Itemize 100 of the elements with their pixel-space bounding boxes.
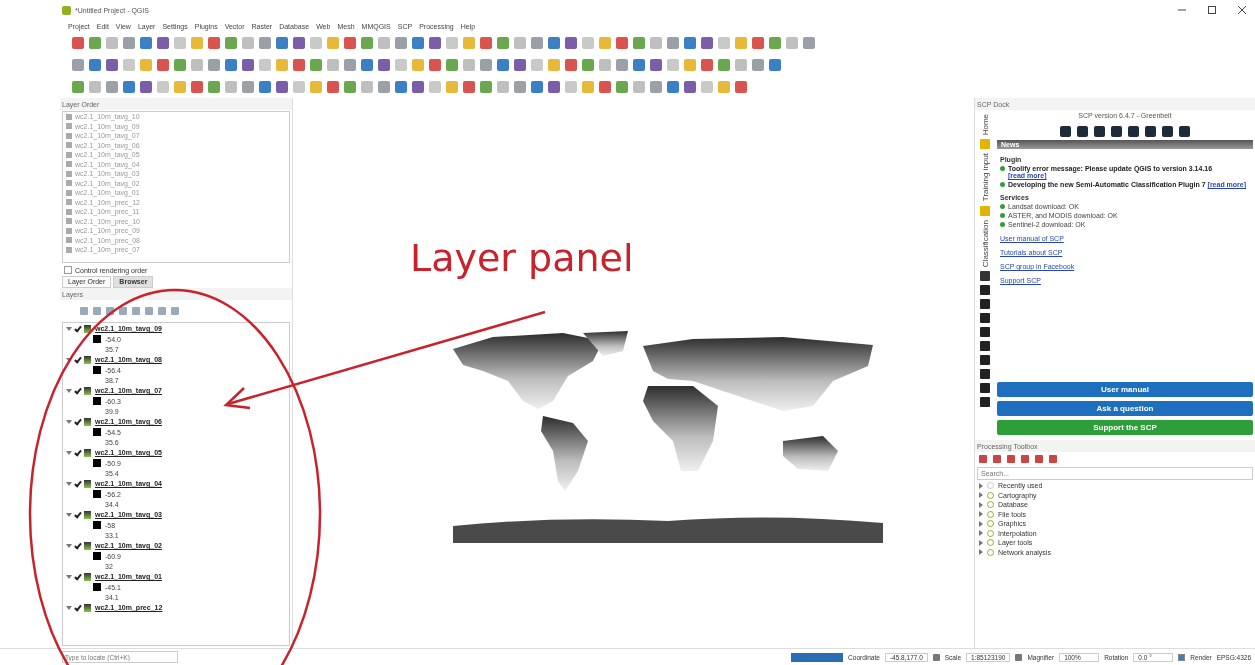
toolbar-icon[interactable] (293, 59, 305, 71)
toolbar-icon[interactable] (752, 59, 764, 71)
toolbar-icon[interactable] (616, 59, 628, 71)
toolbar-icon[interactable] (548, 37, 560, 49)
layer-checkbox[interactable] (74, 448, 82, 457)
toolbar-icon[interactable] (803, 37, 815, 49)
toolbar-icon[interactable] (344, 59, 356, 71)
toolbar-icon[interactable] (412, 59, 424, 71)
expand-icon[interactable] (66, 481, 72, 486)
toolbar-icon[interactable] (242, 37, 254, 49)
close-icon[interactable] (1238, 6, 1246, 14)
toolbar-icon[interactable] (225, 81, 237, 93)
toolbar-icon[interactable] (633, 37, 645, 49)
expand-icon[interactable] (66, 326, 72, 331)
toolbar-icon[interactable] (378, 59, 390, 71)
scp-tool-icon[interactable] (1162, 125, 1173, 137)
toolbar-icon[interactable] (769, 59, 781, 71)
toolbar-icon[interactable] (650, 37, 662, 49)
toolbar-icon[interactable] (616, 81, 628, 93)
toolbar-icon[interactable] (701, 81, 713, 93)
toolbar-icon[interactable] (497, 59, 509, 71)
toolbar-icon[interactable] (191, 81, 203, 93)
toolbar-icon[interactable] (242, 59, 254, 71)
toolbar-icon[interactable] (225, 37, 237, 49)
toolbar-icon[interactable] (157, 81, 169, 93)
toolbar-icon[interactable] (701, 37, 713, 49)
toolbar-icon[interactable] (735, 81, 747, 93)
toolbar-icon[interactable] (412, 37, 424, 49)
side-tab[interactable]: Classification (980, 219, 990, 267)
scp-tool-icon[interactable] (1060, 125, 1071, 137)
toolbar-icon[interactable] (208, 59, 220, 71)
toolbar-icon[interactable] (497, 37, 509, 49)
tool-icon[interactable] (980, 396, 990, 407)
tool-icon[interactable] (980, 340, 990, 351)
toolbar-icon[interactable] (599, 59, 611, 71)
scp-tool-icon[interactable] (1094, 125, 1105, 137)
toolbar-icon[interactable] (684, 81, 696, 93)
toolbar-icon[interactable] (89, 37, 101, 49)
toolbar-icon[interactable] (293, 81, 305, 93)
expand-icon[interactable] (66, 357, 72, 362)
toolbar-icon[interactable] (531, 81, 543, 93)
toolbar-icon[interactable] (276, 81, 288, 93)
toolbar-icon[interactable] (514, 81, 526, 93)
toolbar-icon[interactable] (514, 37, 526, 49)
render-checkbox[interactable] (1178, 653, 1186, 661)
toolbar-icon[interactable] (735, 59, 747, 71)
toolbar-icon[interactable] (582, 37, 594, 49)
toolbar-icon[interactable] (208, 81, 220, 93)
layer-checkbox[interactable] (74, 510, 82, 519)
tool-icon[interactable] (980, 354, 990, 365)
toolbar-icon[interactable] (191, 59, 203, 71)
scp-tool-icon[interactable] (1128, 125, 1139, 137)
toolbar-icon[interactable] (718, 37, 730, 49)
maximize-icon[interactable] (1208, 6, 1216, 14)
tool-icon[interactable] (980, 284, 990, 295)
minimize-icon[interactable] (1178, 6, 1186, 14)
layer-checkbox[interactable] (74, 541, 82, 550)
toolbar-icon[interactable] (429, 81, 441, 93)
side-tab[interactable]: Training input (980, 153, 990, 202)
toolbar-icon[interactable] (157, 59, 169, 71)
toolbar-icon[interactable] (548, 59, 560, 71)
tool-icon[interactable] (980, 368, 990, 379)
toolbar-icon[interactable] (667, 81, 679, 93)
toolbar-icon[interactable] (344, 81, 356, 93)
toolbar-icon[interactable] (565, 37, 577, 49)
expand-icon[interactable] (66, 574, 72, 579)
toolbar-icon[interactable] (582, 59, 594, 71)
toolbar-icon[interactable] (718, 59, 730, 71)
toolbar-icon[interactable] (667, 37, 679, 49)
toolbar-icon[interactable] (786, 37, 798, 49)
toolbar-icon[interactable] (361, 37, 373, 49)
toolbar-icon[interactable] (650, 81, 662, 93)
toolbar-icon[interactable] (514, 59, 526, 71)
toolbar-icon[interactable] (191, 37, 203, 49)
toolbar-icon[interactable] (412, 81, 424, 93)
toolbar-icon[interactable] (599, 37, 611, 49)
toolbar-icon[interactable] (684, 59, 696, 71)
toolbar-icon[interactable] (429, 59, 441, 71)
tool-icon[interactable] (980, 382, 990, 393)
toolbar-icon[interactable] (72, 37, 84, 49)
toolbar-icon[interactable] (157, 37, 169, 49)
layer-checkbox[interactable] (74, 355, 82, 364)
toolbar-icon[interactable] (531, 37, 543, 49)
tool-icon[interactable] (980, 326, 990, 337)
layer-checkbox[interactable] (74, 479, 82, 488)
toolbar-icon[interactable] (140, 37, 152, 49)
toolbar-icon[interactable] (310, 59, 322, 71)
layer-checkbox[interactable] (74, 324, 82, 333)
toolbar-icon[interactable] (633, 81, 645, 93)
side-tab[interactable]: Home (980, 114, 990, 136)
toolbar-icon[interactable] (174, 81, 186, 93)
toolbar-icon[interactable] (140, 59, 152, 71)
toolbar-icon[interactable] (344, 37, 356, 49)
scp-tool-icon[interactable] (1179, 125, 1190, 137)
toolbar-icon[interactable] (548, 81, 560, 93)
scp-tool-icon[interactable] (1111, 125, 1122, 137)
toolbar-icon[interactable] (395, 59, 407, 71)
toolbar-icon[interactable] (259, 81, 271, 93)
toolbar-icon[interactable] (650, 59, 662, 71)
toolbar-icon[interactable] (446, 59, 458, 71)
